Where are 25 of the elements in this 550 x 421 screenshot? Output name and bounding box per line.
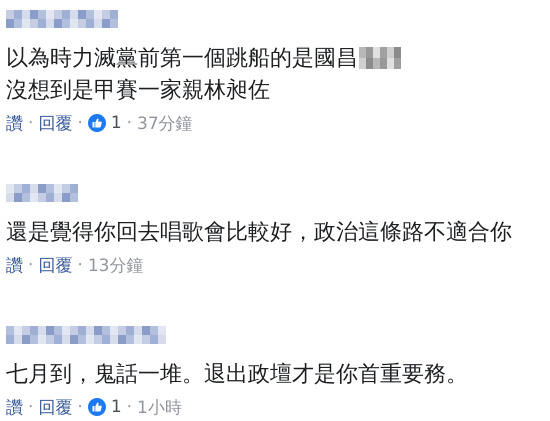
- like-link[interactable]: 讚: [6, 254, 23, 276]
- separator-dot: ·: [28, 255, 34, 275]
- like-link[interactable]: 讚: [6, 112, 23, 134]
- separator-dot: ·: [126, 397, 132, 417]
- comment-time: 37分鐘: [137, 112, 193, 134]
- comment-text: 七月到，鬼話一堆。退出政壇才是你首重要務。: [6, 361, 468, 389]
- separator-dot: ·: [77, 113, 83, 133]
- reaction-count: 1: [110, 113, 122, 133]
- comment-text: 以為時力滅黨前第一個跳船的是國昌: [6, 45, 358, 73]
- comment-text: 沒想到是甲賽一家親林昶佐: [6, 77, 270, 105]
- reply-link[interactable]: 回覆: [38, 254, 72, 276]
- thumbs-up-icon: [88, 398, 106, 416]
- separator-dot: ·: [77, 255, 83, 275]
- separator-dot: ·: [28, 113, 34, 133]
- reply-link[interactable]: 回覆: [38, 396, 72, 418]
- reaction-count: 1: [110, 397, 122, 417]
- separator-dot: ·: [28, 397, 34, 417]
- like-link[interactable]: 讚: [6, 396, 23, 418]
- reply-link[interactable]: 回覆: [38, 112, 72, 134]
- comment-time: 13分鐘: [88, 254, 144, 276]
- comment-text: 還是覺得你回去唱歌會比較好，政治這條路不適合你: [6, 219, 512, 247]
- comment-time: 1小時: [137, 396, 182, 418]
- thumbs-up-icon: [88, 114, 106, 132]
- separator-dot: ·: [126, 113, 132, 133]
- separator-dot: ·: [77, 397, 83, 417]
